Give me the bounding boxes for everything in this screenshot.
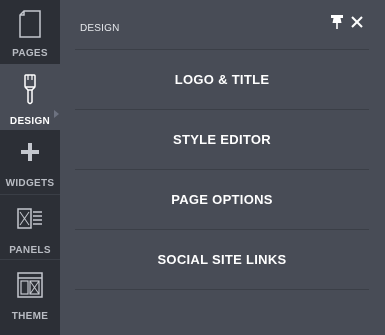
menu-item-page-options[interactable]: PAGE OPTIONS bbox=[75, 169, 369, 229]
close-button[interactable] bbox=[349, 15, 365, 34]
sidebar-item-label: THEME bbox=[11, 311, 49, 322]
editor-app: PAGES DESIGN WIDGETS PANELS THEME DESIGN… bbox=[0, 0, 385, 335]
sidebar-item-pages[interactable]: PAGES bbox=[0, 0, 60, 64]
design-panel: DESIGN LOGO & TITLE STYLE EDITOR PAGE OP… bbox=[60, 0, 385, 335]
sidebar-rail: PAGES DESIGN WIDGETS PANELS THEME bbox=[0, 0, 60, 335]
sidebar-item-label: DESIGN bbox=[9, 116, 51, 127]
plus-icon bbox=[0, 138, 60, 166]
menu-item-label: LOGO & TITLE bbox=[174, 72, 270, 87]
menu-divider bbox=[75, 289, 369, 290]
menu-item-social-site-links[interactable]: SOCIAL SITE LINKS bbox=[75, 229, 369, 289]
panel-icon bbox=[0, 205, 60, 233]
menu-item-logo-title[interactable]: LOGO & TITLE bbox=[75, 49, 369, 109]
menu-item-label: STYLE EDITOR bbox=[173, 132, 271, 147]
sidebar-item-theme[interactable]: THEME bbox=[0, 260, 60, 335]
menu-item-style-editor[interactable]: STYLE EDITOR bbox=[75, 109, 369, 169]
pin-button[interactable] bbox=[329, 14, 345, 35]
sidebar-item-label: PANELS bbox=[9, 245, 51, 256]
pin-icon bbox=[330, 14, 344, 35]
theme-icon bbox=[0, 271, 60, 299]
paintbrush-icon bbox=[0, 74, 60, 105]
page-icon bbox=[0, 10, 60, 38]
sidebar-item-widgets[interactable]: WIDGETS bbox=[0, 130, 60, 194]
sidebar-item-design[interactable]: DESIGN bbox=[0, 64, 60, 130]
menu-item-label: PAGE OPTIONS bbox=[171, 192, 273, 207]
menu-item-label: SOCIAL SITE LINKS bbox=[157, 252, 287, 267]
sidebar-item-panels[interactable]: PANELS bbox=[0, 195, 60, 259]
sidebar-item-label: WIDGETS bbox=[5, 178, 55, 189]
panel-title: DESIGN bbox=[80, 23, 120, 34]
sidebar-item-label: PAGES bbox=[12, 48, 48, 59]
close-icon bbox=[350, 15, 364, 34]
panel-header: DESIGN bbox=[60, 0, 385, 50]
active-indicator bbox=[54, 110, 59, 118]
